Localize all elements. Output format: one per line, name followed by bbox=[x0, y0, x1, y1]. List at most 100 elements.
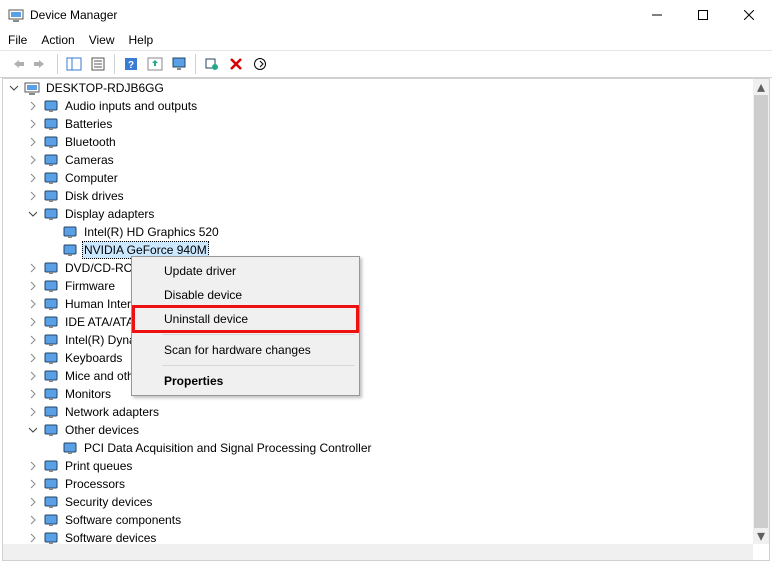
content-pane: DESKTOP-RDJB6GGAudio inputs and outputsB… bbox=[2, 78, 770, 561]
help-button[interactable]: ? bbox=[120, 53, 142, 75]
device-icon bbox=[43, 278, 59, 294]
tree-category[interactable]: Software devices bbox=[3, 529, 753, 544]
menu-help[interactable]: Help bbox=[129, 33, 154, 47]
device-icon bbox=[43, 314, 59, 330]
update-driver-icon[interactable] bbox=[144, 53, 166, 75]
tree-item-label: Other devices bbox=[63, 421, 141, 439]
monitor-icon[interactable] bbox=[168, 53, 190, 75]
expander-icon[interactable] bbox=[28, 407, 39, 418]
uninstall-icon[interactable] bbox=[225, 53, 247, 75]
window-title: Device Manager bbox=[30, 8, 634, 22]
device-icon bbox=[43, 188, 59, 204]
expander-icon[interactable] bbox=[28, 191, 39, 202]
enable-icon[interactable] bbox=[249, 53, 271, 75]
tree-category[interactable]: Audio inputs and outputs bbox=[3, 97, 753, 115]
tree-category[interactable]: Network adapters bbox=[3, 403, 753, 421]
menu-view[interactable]: View bbox=[89, 33, 115, 47]
expander-icon[interactable] bbox=[28, 299, 39, 310]
ctx-properties[interactable]: Properties bbox=[134, 369, 357, 393]
expander-icon[interactable] bbox=[28, 389, 39, 400]
expander-icon[interactable] bbox=[47, 245, 58, 256]
tree-category[interactable]: Software components bbox=[3, 511, 753, 529]
expander-icon[interactable] bbox=[28, 137, 39, 148]
tree-category[interactable]: Other devices bbox=[3, 421, 753, 439]
close-button[interactable] bbox=[726, 0, 772, 30]
horizontal-scrollbar[interactable] bbox=[3, 544, 753, 560]
expander-icon[interactable] bbox=[28, 515, 39, 526]
ctx-uninstall-device[interactable]: Uninstall device bbox=[134, 307, 357, 331]
tree-category[interactable]: Batteries bbox=[3, 115, 753, 133]
tree-category[interactable]: Cameras bbox=[3, 151, 753, 169]
expander-icon[interactable] bbox=[28, 371, 39, 382]
forward-button[interactable] bbox=[30, 53, 52, 75]
tree-device[interactable]: PCI Data Acquisition and Signal Processi… bbox=[3, 439, 753, 457]
properties-button[interactable] bbox=[87, 53, 109, 75]
tree-category[interactable]: Bluetooth bbox=[3, 133, 753, 151]
tree-category[interactable]: Intel(R) Dynar bbox=[3, 331, 753, 349]
show-hide-tree-button[interactable] bbox=[63, 53, 85, 75]
expander-icon[interactable] bbox=[28, 281, 39, 292]
tree-category[interactable]: Human Interfa bbox=[3, 295, 753, 313]
expander-icon[interactable] bbox=[28, 317, 39, 328]
scroll-down-icon[interactable]: ▾ bbox=[753, 528, 769, 544]
ctx-update-driver[interactable]: Update driver bbox=[134, 259, 357, 283]
tree-category[interactable]: Mice and othe bbox=[3, 367, 753, 385]
device-icon bbox=[43, 332, 59, 348]
titlebar: Device Manager bbox=[0, 0, 772, 30]
expander-icon[interactable] bbox=[28, 425, 39, 436]
expander-icon[interactable] bbox=[28, 209, 39, 220]
tree-category[interactable]: Security devices bbox=[3, 493, 753, 511]
tree-category[interactable]: DVD/CD-ROM bbox=[3, 259, 753, 277]
expander-icon[interactable] bbox=[28, 335, 39, 346]
expander-icon[interactable] bbox=[28, 479, 39, 490]
tree-item-label: Intel(R) HD Graphics 520 bbox=[82, 223, 221, 241]
scan-hardware-icon[interactable] bbox=[201, 53, 223, 75]
ctx-scan-hardware[interactable]: Scan for hardware changes bbox=[134, 338, 357, 362]
tree-item-label: Batteries bbox=[63, 115, 114, 133]
minimize-button[interactable] bbox=[634, 0, 680, 30]
tree-root[interactable]: DESKTOP-RDJB6GG bbox=[3, 79, 753, 97]
expander-icon[interactable] bbox=[28, 173, 39, 184]
device-icon bbox=[43, 206, 59, 222]
expander-icon[interactable] bbox=[28, 155, 39, 166]
menu-action[interactable]: Action bbox=[41, 33, 74, 47]
tree-category[interactable]: Firmware bbox=[3, 277, 753, 295]
expander-icon[interactable] bbox=[47, 227, 58, 238]
tree-category[interactable]: Processors bbox=[3, 475, 753, 493]
expander-icon[interactable] bbox=[28, 533, 39, 544]
menu-file[interactable]: File bbox=[8, 33, 27, 47]
back-button[interactable] bbox=[6, 53, 28, 75]
expander-icon[interactable] bbox=[28, 263, 39, 274]
expander-icon[interactable] bbox=[28, 497, 39, 508]
tree-category[interactable]: Keyboards bbox=[3, 349, 753, 367]
ctx-disable-device[interactable]: Disable device bbox=[134, 283, 357, 307]
device-icon bbox=[43, 368, 59, 384]
expander-icon[interactable] bbox=[28, 101, 39, 112]
tree-category[interactable]: Display adapters bbox=[3, 205, 753, 223]
tree-item-label: Disk drives bbox=[63, 187, 126, 205]
menubar: File Action View Help bbox=[0, 30, 772, 50]
device-icon bbox=[62, 242, 78, 258]
tree-category[interactable]: IDE ATA/ATAP bbox=[3, 313, 753, 331]
device-icon bbox=[43, 260, 59, 276]
tree-device[interactable]: Intel(R) HD Graphics 520 bbox=[3, 223, 753, 241]
vertical-scrollbar[interactable]: ▴ ▾ bbox=[753, 79, 769, 544]
tree-item-label: Computer bbox=[63, 169, 120, 187]
expander-icon[interactable] bbox=[28, 119, 39, 130]
tree-device[interactable]: NVIDIA GeForce 940M bbox=[3, 241, 753, 259]
scroll-up-icon[interactable]: ▴ bbox=[753, 79, 769, 95]
expander-icon[interactable] bbox=[47, 443, 58, 454]
tree-category[interactable]: Disk drives bbox=[3, 187, 753, 205]
device-tree[interactable]: DESKTOP-RDJB6GGAudio inputs and outputsB… bbox=[3, 79, 753, 544]
tree-category[interactable]: Computer bbox=[3, 169, 753, 187]
device-icon bbox=[43, 530, 59, 544]
expander-icon[interactable] bbox=[9, 83, 20, 94]
scrollbar-thumb[interactable] bbox=[754, 95, 768, 528]
tree-category[interactable]: Monitors bbox=[3, 385, 753, 403]
tree-item-label: Firmware bbox=[63, 277, 117, 295]
expander-icon[interactable] bbox=[28, 353, 39, 364]
context-menu: Update driver Disable device Uninstall d… bbox=[131, 256, 360, 396]
tree-category[interactable]: Print queues bbox=[3, 457, 753, 475]
maximize-button[interactable] bbox=[680, 0, 726, 30]
expander-icon[interactable] bbox=[28, 461, 39, 472]
